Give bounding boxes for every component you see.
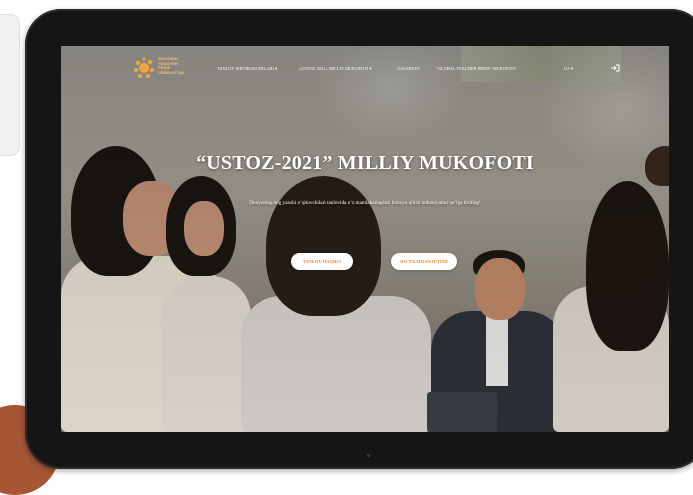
sign-in-icon[interactable] <box>610 64 620 72</box>
hero-title: “USTOZ-2021” MILLIY MUKOFOTI <box>196 152 534 174</box>
nav-item-participants[interactable]: TANLOV ISHTIROKCHILARI ▾ <box>217 66 277 72</box>
nav-item-national-prize[interactable]: «USTOZ-2021» MILLIY MUKOFOTI ▾ <box>299 66 372 72</box>
nav-item-gallery[interactable]: GALEREYA <box>397 66 420 72</box>
hero-overlay <box>61 46 669 432</box>
top-navigation: NATIONAL TEACHER PRIZE UZBEKISTAN TANLOV… <box>61 46 669 94</box>
background-card <box>0 14 20 156</box>
site-logo-icon[interactable] <box>131 56 157 80</box>
website-screen: NATIONAL TEACHER PRIZE UZBEKISTAN TANLOV… <box>61 46 669 432</box>
about-contest-button[interactable]: TANLOV HAQIDA <box>291 253 353 270</box>
language-selector[interactable]: UZ ▾ <box>564 66 573 72</box>
nav-item-global-teacher-prize[interactable]: "GLOBAL TEACHER PRIZE" MUKOFOTI <box>436 66 516 72</box>
register-button[interactable]: RO‘YXATDAN O‘TISH <box>391 253 457 270</box>
hero-subtitle: Dunyoning eng yaxshi o‘qituvchilari tanl… <box>249 200 481 206</box>
tablet-home-indicator <box>367 454 370 457</box>
logo-line: UZBEKISTAN <box>158 69 185 75</box>
site-logo-text[interactable]: NATIONAL TEACHER PRIZE UZBEKISTAN <box>158 56 185 75</box>
